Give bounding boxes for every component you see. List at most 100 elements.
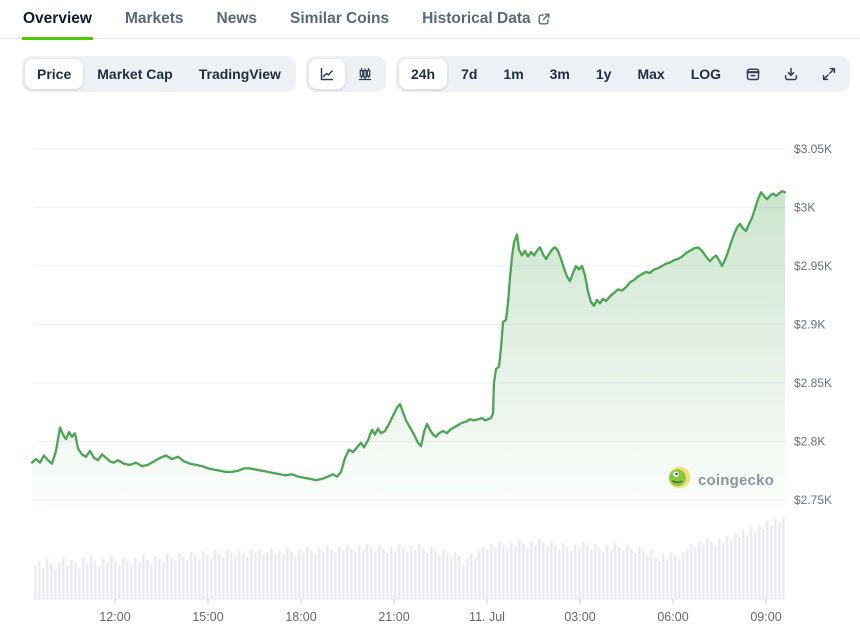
volume-bar: [714, 546, 717, 599]
tab-historical-data[interactable]: Historical Data: [421, 0, 552, 40]
x-axis-label: 09:00: [750, 610, 781, 624]
volume-bar: [634, 553, 637, 599]
volume-bar: [154, 556, 157, 599]
volume-bar: [734, 533, 737, 599]
volume-bar: [382, 549, 385, 599]
tab-similar-coins[interactable]: Similar Coins: [289, 0, 390, 40]
volume-bar: [778, 523, 781, 599]
volume-bar: [362, 550, 365, 599]
volume-bar: [98, 567, 101, 599]
volume-bar: [110, 556, 113, 599]
volume-bar: [578, 548, 581, 599]
volume-bar: [450, 557, 453, 599]
metric-button-market-cap[interactable]: Market Cap: [85, 59, 184, 89]
volume-bar: [514, 547, 517, 599]
volume-bar: [754, 532, 757, 599]
fullscreen-button[interactable]: [811, 59, 847, 89]
volume-bar: [566, 547, 569, 599]
volume-bar: [134, 558, 137, 599]
volume-bar: [642, 551, 645, 599]
volume-bar: [434, 551, 437, 599]
y-axis-label: $2.8K: [794, 435, 825, 449]
volume-bar: [470, 554, 473, 599]
volume-bar: [54, 570, 57, 599]
volume-bar: [206, 555, 209, 599]
volume-bar: [666, 559, 669, 599]
y-axis-label: $3.05K: [794, 142, 832, 156]
range-button-max[interactable]: Max: [625, 59, 676, 89]
chart-type-toggle-group: [306, 56, 386, 92]
volume-bar: [526, 548, 529, 599]
volume-bar: [146, 560, 149, 599]
volume-bar: [702, 545, 705, 599]
line-chart-button[interactable]: [309, 59, 345, 89]
volume-bar: [114, 562, 117, 599]
tab-bar: Overview Markets News Similar Coins Historic…: [0, 0, 860, 39]
volume-bar: [270, 548, 273, 599]
volume-bar: [706, 538, 709, 599]
volume-bar: [422, 549, 425, 599]
candlestick-icon: [357, 66, 373, 82]
volume-bar: [718, 539, 721, 599]
range-button-1m[interactable]: 1m: [491, 59, 535, 89]
tab-news[interactable]: News: [216, 0, 259, 40]
volume-bar: [610, 550, 613, 599]
volume-bar: [38, 561, 41, 599]
calendar-button[interactable]: [735, 59, 771, 89]
volume-bar: [266, 552, 269, 599]
volume-bar: [698, 541, 701, 599]
range-button-7d[interactable]: 7d: [449, 59, 489, 89]
volume-bar: [490, 544, 493, 599]
volume-bar: [454, 552, 457, 599]
volume-bar: [606, 546, 609, 599]
volume-bar: [762, 529, 765, 599]
volume-bar: [558, 549, 561, 599]
volume-bar: [594, 544, 597, 599]
metric-button-tradingview[interactable]: TradingView: [187, 59, 293, 89]
volume-bar: [202, 551, 205, 599]
tab-overview[interactable]: Overview: [22, 0, 93, 40]
y-axis-label: $3K: [794, 201, 815, 215]
volume-bar: [562, 543, 565, 599]
volume-bar: [750, 527, 753, 599]
candlestick-button[interactable]: [347, 59, 383, 89]
price-chart-canvas[interactable]: $3.05K$3K$2.95K$2.9K$2.85K$2.8K$2.75K12:…: [0, 100, 860, 639]
volume-bar: [474, 558, 477, 599]
x-axis-label: 18:00: [285, 610, 316, 624]
volume-bar: [342, 551, 345, 599]
download-button[interactable]: [773, 59, 809, 89]
x-axis-label: 21:00: [378, 610, 409, 624]
volume-bar: [326, 546, 329, 599]
volume-bar: [366, 544, 369, 599]
price-chart[interactable]: $3.05K$3K$2.95K$2.9K$2.85K$2.8K$2.75K12:…: [0, 100, 860, 639]
volume-bar: [78, 569, 81, 599]
volume-bar: [414, 550, 417, 599]
volume-bar: [546, 547, 549, 599]
volume-bar: [630, 549, 633, 599]
volume-bar: [722, 543, 725, 599]
volume-bar: [738, 537, 741, 599]
volume-bar: [94, 561, 97, 599]
volume-bar: [322, 552, 325, 599]
volume-bar: [222, 557, 225, 599]
range-button-1y[interactable]: 1y: [584, 59, 624, 89]
volume-bar: [690, 544, 693, 599]
volume-bar: [122, 557, 125, 599]
y-axis-label: $2.9K: [794, 318, 825, 332]
range-button-24h[interactable]: 24h: [399, 59, 447, 89]
volume-bar: [406, 552, 409, 599]
tab-markets[interactable]: Markets: [124, 0, 185, 40]
volume-bar: [354, 552, 357, 599]
range-button-3m[interactable]: 3m: [538, 59, 582, 89]
tab-label: Markets: [125, 10, 184, 28]
metric-button-price[interactable]: Price: [25, 59, 83, 89]
y-axis-label: $2.75K: [794, 493, 832, 507]
volume-bar: [458, 556, 461, 599]
x-axis-label: 06:00: [657, 610, 688, 624]
volume-bar: [494, 548, 497, 599]
volume-bar: [638, 547, 641, 599]
range-button-log[interactable]: LOG: [679, 59, 733, 89]
download-icon: [783, 66, 799, 82]
volume-bar: [554, 545, 557, 599]
volume-bar: [182, 557, 185, 599]
